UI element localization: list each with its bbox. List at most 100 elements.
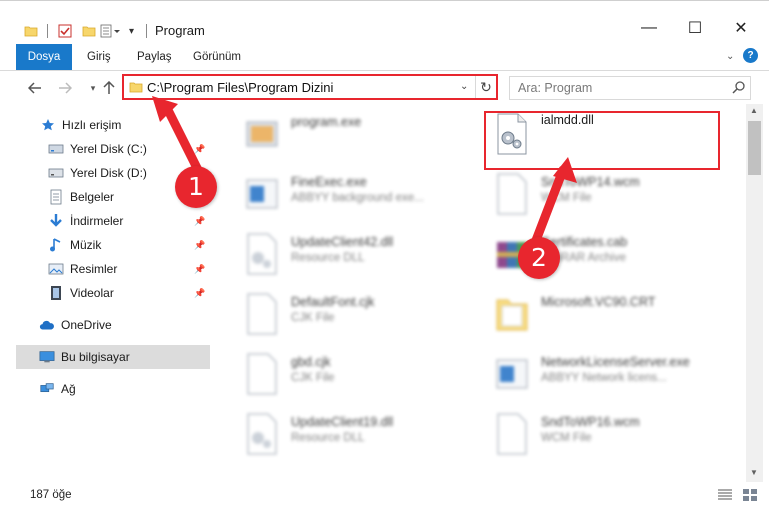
- nav-item-pictures[interactable]: Resimler 📌: [16, 257, 210, 281]
- nav-item-local-disk-c[interactable]: Yerel Disk (C:) 📌: [16, 137, 210, 161]
- window-title: Program: [155, 23, 205, 38]
- exe-icon: [246, 121, 278, 147]
- scroll-down-icon[interactable]: ▼: [750, 468, 758, 477]
- properties-check-icon[interactable]: [58, 20, 72, 42]
- address-dropdown-icon[interactable]: ⌄: [460, 81, 468, 92]
- tab-view[interactable]: Görünüm: [193, 44, 241, 70]
- back-button[interactable]: [24, 77, 46, 99]
- pin-icon[interactable]: 📌: [194, 216, 205, 227]
- nav-item-this-pc[interactable]: Bu bilgisayar: [16, 345, 210, 369]
- file-name: gbd.cjk: [291, 355, 331, 369]
- file-name: UpdateClient42.dll: [291, 235, 394, 249]
- exe-icon: [246, 179, 278, 209]
- file-type: ABBYY Network licens...: [541, 372, 667, 384]
- pin-icon[interactable]: 📌: [194, 264, 205, 275]
- exe-icon: [496, 359, 528, 389]
- file-name: SndToWP14.wcm: [541, 175, 640, 189]
- nav-item-label: Hızlı erişim: [62, 118, 122, 132]
- folder-icon[interactable]: [24, 20, 38, 42]
- ribbon-tabs: Dosya Giriş Paylaş Görünüm ⌄ ?: [0, 44, 769, 71]
- file-item[interactable]: DefaultFont.cjk CJK File: [234, 286, 474, 346]
- search-icon[interactable]: [732, 80, 746, 97]
- forward-button[interactable]: [54, 77, 76, 99]
- close-button[interactable]: ✕: [718, 13, 764, 43]
- nav-item-network[interactable]: Ağ: [16, 377, 210, 401]
- details-view-icon[interactable]: [717, 488, 733, 505]
- quick-access-dropdown-icon[interactable]: ▾: [129, 20, 134, 42]
- toolbar-separator: [47, 24, 48, 38]
- file-item[interactable]: FineExec.exe ABBYY background exe...: [234, 166, 474, 226]
- file-type: CJK File: [291, 372, 335, 384]
- file-item[interactable]: UpdateClient19.dll Resource DLL: [234, 406, 474, 466]
- refresh-button[interactable]: ↻: [475, 76, 496, 98]
- nav-item-onedrive[interactable]: OneDrive: [16, 313, 210, 337]
- file-item[interactable]: UpdateClient42.dll Resource DLL: [234, 226, 474, 286]
- nav-item-downloads[interactable]: İndirmeler 📌: [16, 209, 210, 233]
- scroll-up-icon[interactable]: ▲: [750, 106, 758, 115]
- videos-icon: [48, 285, 64, 301]
- file-item[interactable]: program.exe: [234, 106, 474, 166]
- file-type: WCM File: [541, 432, 592, 444]
- maximize-button[interactable]: ☐: [672, 13, 718, 43]
- nav-item-label: Yerel Disk (C:): [70, 142, 147, 156]
- status-bar: 187 öğe: [0, 483, 769, 509]
- file-type: WCM File: [541, 192, 592, 204]
- nav-item-videos[interactable]: Videolar 📌: [16, 281, 210, 305]
- minimize-button[interactable]: —: [626, 13, 672, 43]
- nav-item-label: OneDrive: [61, 318, 112, 332]
- nav-item-label: İndirmeler: [70, 214, 124, 228]
- title-bar: ▾ Program — ☐ ✕: [0, 0, 769, 44]
- tab-home[interactable]: Giriş: [87, 44, 111, 70]
- ribbon-expand-icon[interactable]: ⌄: [726, 51, 734, 62]
- nav-item-label: Bu bilgisayar: [61, 350, 130, 364]
- documents-icon: [48, 189, 64, 205]
- navigation-pane: Hızlı erişim Yerel Disk (C:) 📌 Yerel Dis…: [16, 108, 210, 476]
- file-name: FineExec.exe: [291, 175, 367, 189]
- pictures-icon: [48, 261, 64, 277]
- new-folder-icon[interactable]: [82, 20, 96, 42]
- file-type: CJK File: [291, 312, 335, 324]
- file-item[interactable]: Microsoft.VC90.CRT: [484, 286, 724, 346]
- toolbar-separator: [146, 24, 147, 38]
- pin-icon[interactable]: 📌: [194, 288, 205, 299]
- tab-file[interactable]: Dosya: [16, 44, 72, 70]
- search-input[interactable]: Ara: Program: [518, 81, 592, 95]
- nav-item-label: Resimler: [70, 262, 118, 276]
- drive-icon: [48, 165, 64, 181]
- nav-item-label: Videolar: [70, 286, 114, 300]
- nav-item-quick-access[interactable]: Hızlı erişim: [16, 113, 210, 137]
- step-2-badge: 2: [518, 237, 560, 279]
- file-item[interactable]: gbd.cjk CJK File: [234, 346, 474, 406]
- nav-item-music[interactable]: Müzik 📌: [16, 233, 210, 257]
- computer-icon: [39, 349, 55, 365]
- file-name: UpdateClient19.dll: [291, 415, 394, 429]
- address-bar[interactable]: C:\Program Files\Program Dizini ⌄ ↻: [122, 74, 498, 100]
- file-type: ABBYY background exe...: [291, 192, 424, 204]
- item-count: 187 öğe: [30, 489, 72, 501]
- nav-item-label: Müzik: [70, 238, 102, 252]
- file-item[interactable]: SndToWP14.wcm WCM File: [484, 166, 724, 226]
- vertical-scrollbar[interactable]: ▲ ▼: [746, 104, 763, 482]
- scrollbar-thumb[interactable]: [748, 121, 761, 175]
- customize-toolbar-icon[interactable]: [100, 20, 120, 42]
- address-path[interactable]: C:\Program Files\Program Dizini: [147, 80, 333, 95]
- nav-item-label: Yerel Disk (D:): [70, 166, 147, 180]
- pin-icon[interactable]: 📌: [194, 144, 205, 155]
- nav-item-label: Ağ: [61, 382, 76, 396]
- search-box[interactable]: Ara: Program: [509, 76, 751, 100]
- step-1-badge: 1: [175, 166, 217, 208]
- folder-icon: [496, 299, 528, 331]
- file-highlight-box: [484, 111, 720, 170]
- large-icons-view-icon[interactable]: [742, 488, 758, 505]
- help-icon[interactable]: ?: [743, 48, 758, 63]
- cloud-icon: [39, 317, 55, 333]
- up-button[interactable]: [98, 77, 120, 99]
- pin-icon[interactable]: 📌: [194, 240, 205, 251]
- file-item[interactable]: SndToWP16.wcm WCM File: [484, 406, 724, 466]
- tab-share[interactable]: Paylaş: [137, 44, 172, 70]
- file-name: SndToWP16.wcm: [541, 415, 640, 429]
- file-item[interactable]: NetworkLicenseServer.exe ABBYY Network l…: [484, 346, 724, 406]
- file-icon: [247, 353, 277, 395]
- file-type: Resource DLL: [291, 252, 365, 264]
- network-icon: [39, 381, 55, 397]
